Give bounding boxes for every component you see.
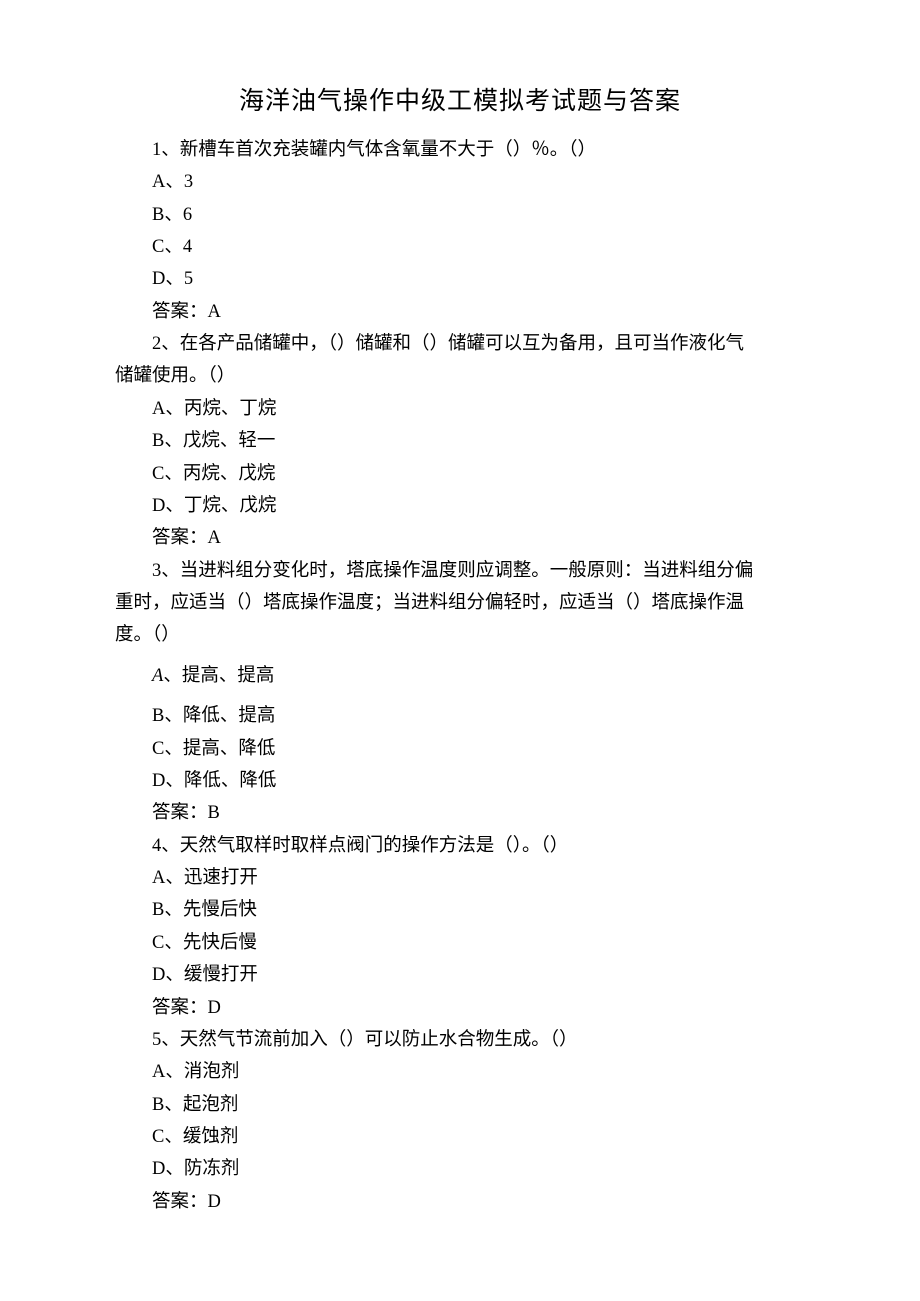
q5-option-c: C、缓蚀剂 (115, 1121, 805, 1153)
q5-option-a: A、消泡剂 (115, 1056, 805, 1088)
q5-option-b: B、起泡剂 (115, 1089, 805, 1121)
q3-answer: 答案：B (115, 797, 805, 829)
q2-option-d: D、丁烷、戊烷 (115, 490, 805, 522)
q2-stem-line1: 2、在各产品储罐中，（）储罐和（）储罐可以互为备用，且可当作液化气 (115, 328, 805, 360)
q3-option-c: C、提高、降低 (115, 733, 805, 765)
q4-option-a: A、迅速打开 (115, 862, 805, 894)
q3-option-b: B、降低、提高 (115, 700, 805, 732)
q3-stem-line3: 度。（） (115, 619, 805, 651)
q3-option-a-text: 、提高、提高 (163, 666, 274, 686)
q3-stem-line1: 3、当进料组分变化时，塔底操作温度则应调整。一般原则：当进料组分偏 (115, 555, 805, 587)
page: 海洋油气操作中级工模拟考试题与答案 1、新槽车首次充装罐内气体含氧量不大于（）％… (0, 0, 920, 1278)
q2-option-c: C、丙烷、戊烷 (115, 458, 805, 490)
q4-stem: 4、天然气取样时取样点阀门的操作方法是（）。（） (115, 830, 805, 862)
q5-stem: 5、天然气节流前加入（）可以防止水合物生成。（） (115, 1024, 805, 1056)
q3-stem-line2: 重时，应适当（）塔底操作温度；当进料组分偏轻时，应适当（）塔底操作温 (115, 587, 805, 619)
q3-option-d: D、降低、降低 (115, 765, 805, 797)
q1-option-b: B、6 (115, 199, 805, 231)
q1-option-c: C、4 (115, 231, 805, 263)
q2-stem-line2: 储罐使用。（） (115, 360, 805, 392)
q1-option-d: D、5 (115, 263, 805, 295)
page-title: 海洋油气操作中级工模拟考试题与答案 (115, 80, 805, 124)
q5-option-d: D、防冻剂 (115, 1153, 805, 1185)
q2-option-b: B、戊烷、轻一 (115, 425, 805, 457)
q1-answer: 答案：A (115, 296, 805, 328)
q2-option-a: A、丙烷、丁烷 (115, 393, 805, 425)
q3-option-a-letter: A (152, 666, 163, 686)
q4-option-c: C、先快后慢 (115, 927, 805, 959)
q4-option-b: B、先慢后快 (115, 894, 805, 926)
q2-answer: 答案：A (115, 522, 805, 554)
q4-option-d: D、缓慢打开 (115, 959, 805, 991)
q3-option-a: A、提高、提高 (115, 660, 805, 692)
q5-answer: 答案：D (115, 1186, 805, 1218)
q1-option-a: A、3 (115, 166, 805, 198)
q1-stem: 1、新槽车首次充装罐内气体含氧量不大于（）％。（） (115, 134, 805, 166)
q4-answer: 答案：D (115, 992, 805, 1024)
